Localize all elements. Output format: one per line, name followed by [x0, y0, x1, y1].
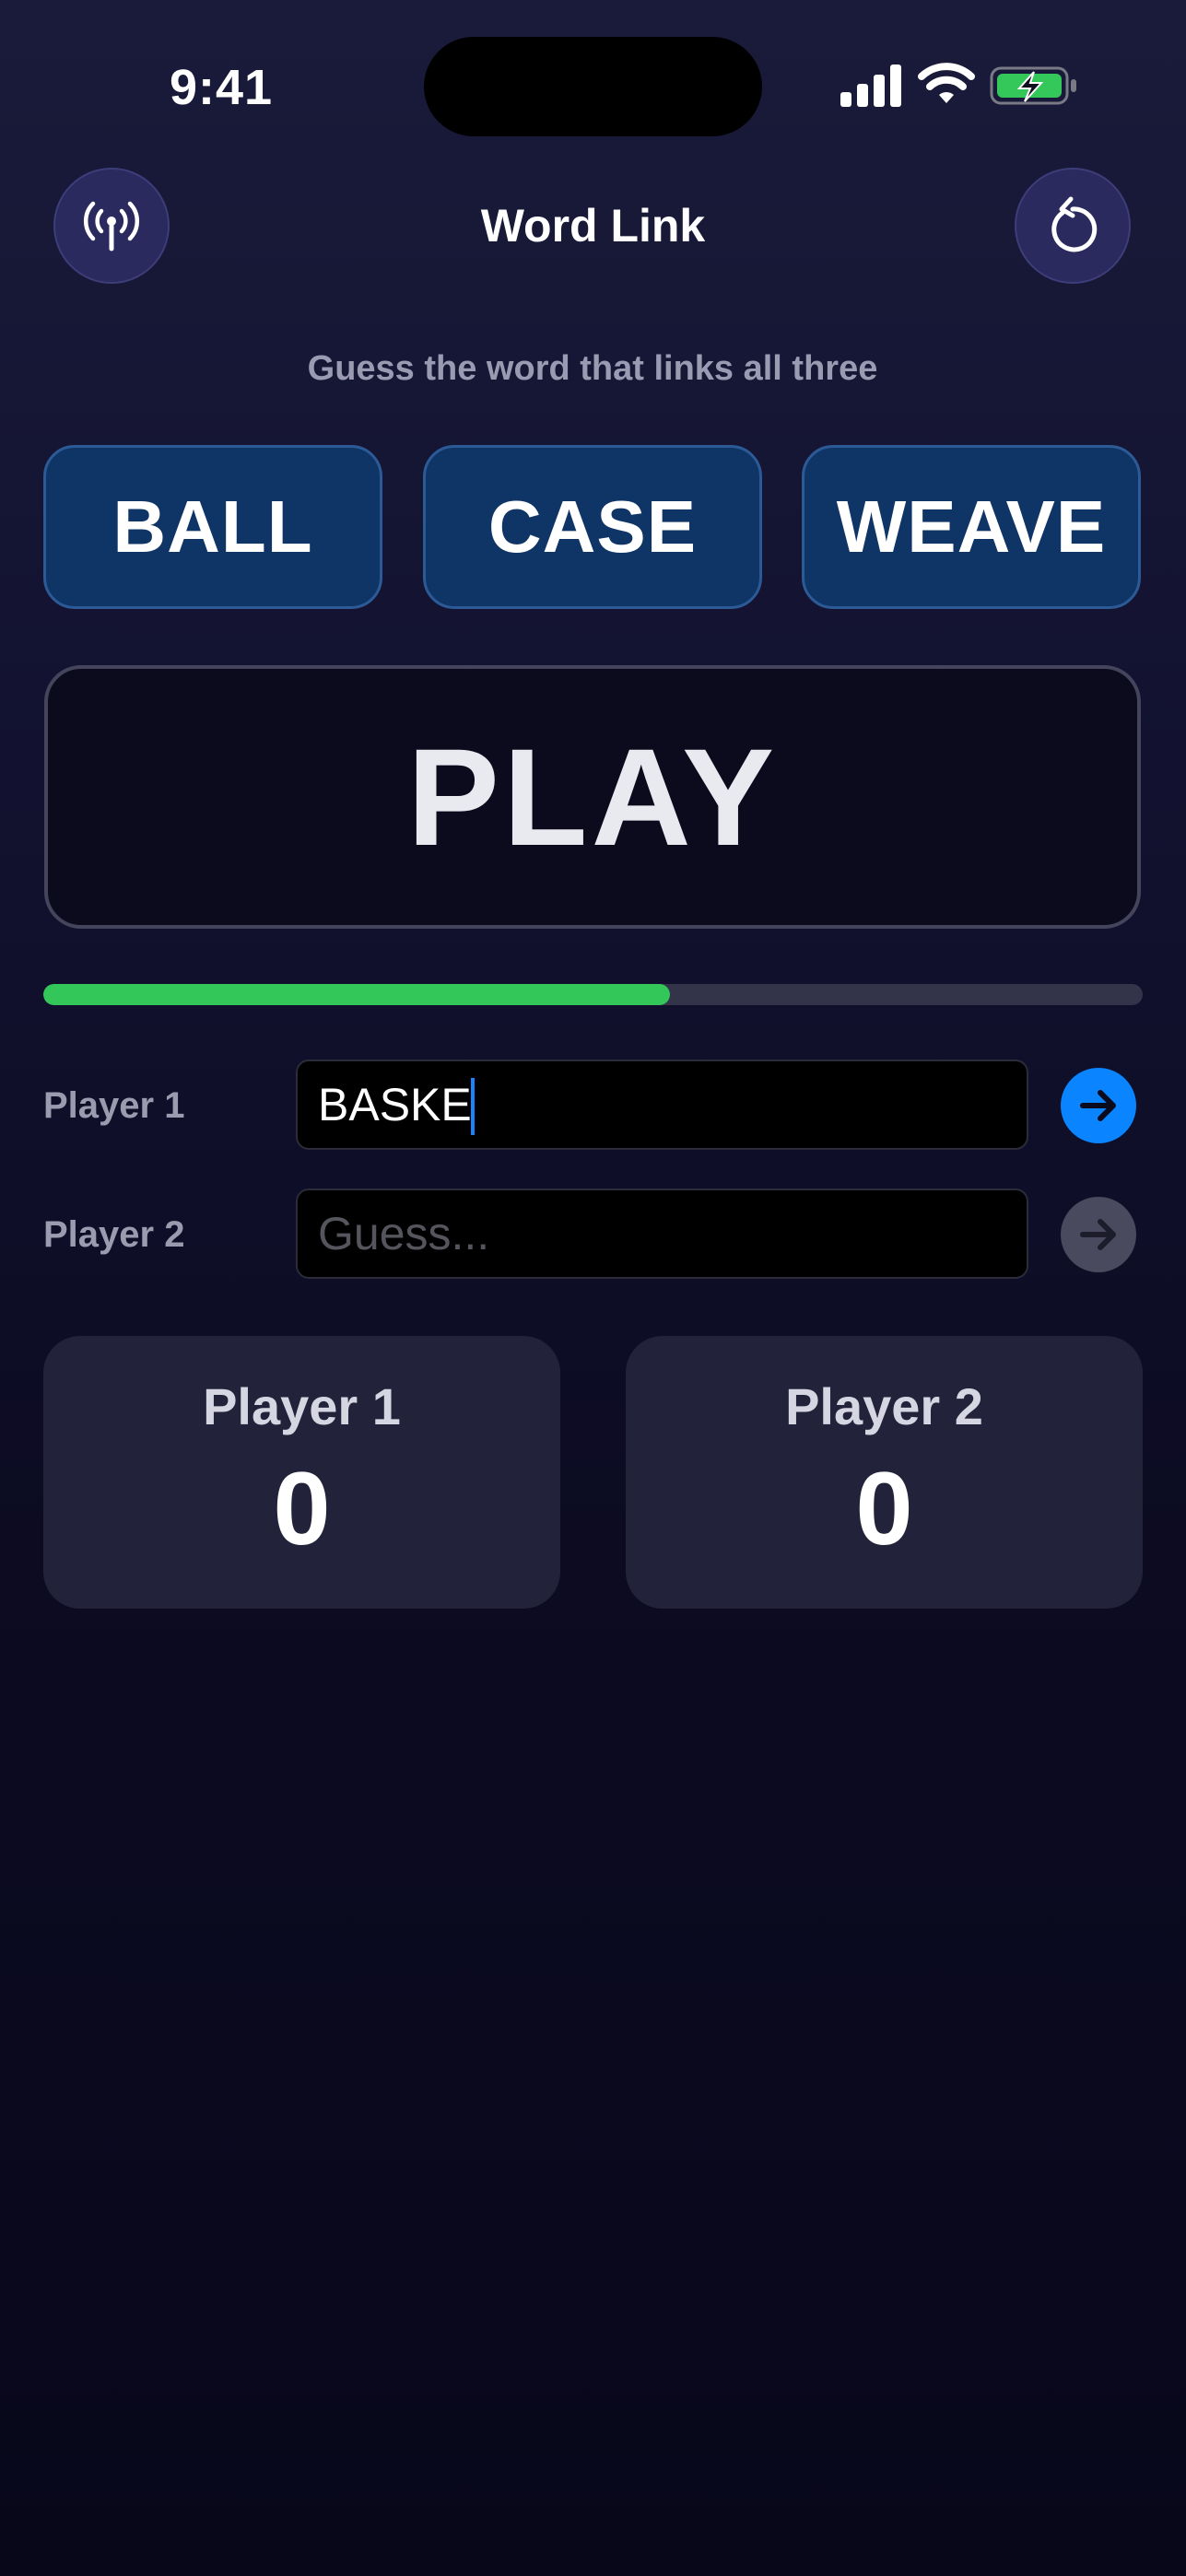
cellular-signal-icon — [840, 64, 901, 107]
score-value: 0 — [273, 1450, 331, 1566]
clue-tile: WEAVE — [802, 445, 1141, 609]
score-player-name: Player 2 — [785, 1376, 983, 1435]
broadcast-button[interactable] — [53, 168, 170, 284]
text-cursor — [470, 1078, 475, 1135]
player-1-guess-input[interactable] — [296, 1060, 1028, 1150]
player-2-label: Player 2 — [43, 1213, 185, 1255]
battery-charging-icon — [990, 66, 1076, 105]
clue-tile: BALL — [43, 445, 382, 609]
player-1-label: Player 1 — [43, 1084, 185, 1126]
player-1-submit-button[interactable] — [1061, 1068, 1136, 1143]
score-value: 0 — [855, 1450, 913, 1566]
broadcast-icon — [83, 201, 140, 252]
reset-button[interactable] — [1015, 168, 1131, 284]
dynamic-island — [424, 37, 762, 136]
status-time: 9:41 — [169, 60, 274, 115]
arrow-right-icon — [1080, 1219, 1116, 1250]
arrow-right-icon — [1080, 1090, 1116, 1121]
player-2-guess-input[interactable] — [296, 1188, 1028, 1279]
timer-progress-bar — [43, 984, 1143, 1005]
player-2-score-card: Player 2 0 — [626, 1336, 1143, 1609]
player-2-submit-button[interactable] — [1061, 1197, 1136, 1272]
reset-icon — [1051, 196, 1098, 252]
instructions-text: Guess the word that links all three — [307, 348, 878, 388]
clue-tile: CASE — [423, 445, 762, 609]
player-1-score-card: Player 1 0 — [43, 1336, 560, 1609]
play-button[interactable]: PLAY — [44, 665, 1141, 929]
wifi-icon — [918, 63, 975, 103]
score-player-name: Player 1 — [203, 1376, 401, 1435]
page-title: Word Link — [480, 200, 706, 252]
timer-progress-fill — [43, 984, 670, 1005]
